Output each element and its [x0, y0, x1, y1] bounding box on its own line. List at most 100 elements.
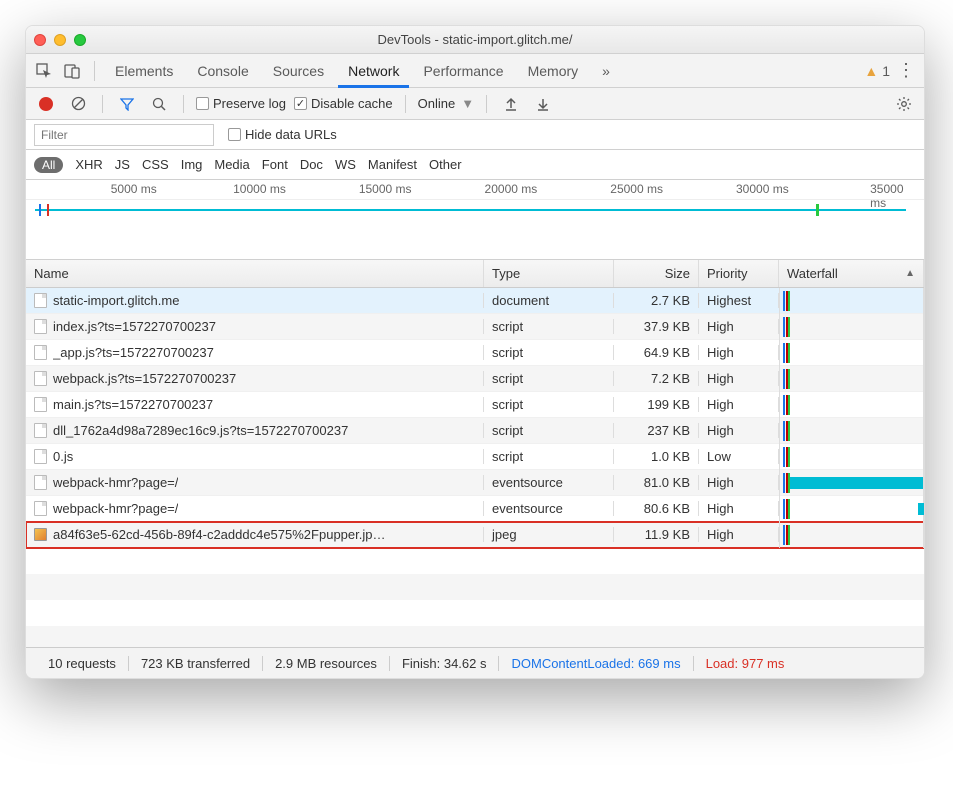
maximize-icon[interactable]: [74, 34, 86, 46]
type-ws[interactable]: WS: [335, 157, 356, 172]
request-type: eventsource: [484, 501, 614, 516]
type-doc[interactable]: Doc: [300, 157, 323, 172]
request-name: main.js?ts=1572270700237: [53, 397, 213, 412]
type-css[interactable]: CSS: [142, 157, 169, 172]
waterfall-cell: [779, 496, 924, 522]
request-type: eventsource: [484, 475, 614, 490]
preserve-log-checkbox[interactable]: Preserve log: [196, 96, 286, 111]
status-transferred: 723 KB transferred: [129, 656, 263, 671]
record-button[interactable]: [34, 92, 58, 116]
request-priority: Low: [699, 449, 779, 464]
table-row[interactable]: webpack-hmr?page=/eventsource80.6 KBHigh: [26, 496, 924, 522]
request-priority: Highest: [699, 293, 779, 308]
table-row[interactable]: 0.jsscript1.0 KBLow: [26, 444, 924, 470]
type-img[interactable]: Img: [181, 157, 203, 172]
table-row[interactable]: webpack-hmr?page=/eventsource81.0 KBHigh: [26, 470, 924, 496]
filter-input[interactable]: [34, 124, 214, 146]
request-name: 0.js: [53, 449, 73, 464]
timeline-overview[interactable]: 5000 ms 10000 ms 15000 ms 20000 ms 25000…: [26, 180, 924, 260]
device-toggle-icon[interactable]: [60, 59, 84, 83]
request-size: 2.7 KB: [614, 293, 699, 308]
status-bar: 10 requests 723 KB transferred 2.9 MB re…: [26, 648, 924, 678]
waterfall-cell: [779, 392, 924, 418]
close-icon[interactable]: [34, 34, 46, 46]
status-requests: 10 requests: [36, 656, 129, 671]
waterfall-cell: [779, 418, 924, 444]
file-icon: [34, 397, 47, 412]
file-icon: [34, 423, 47, 438]
tabs-overflow-icon[interactable]: »: [592, 54, 620, 88]
devtools-window: DevTools - static-import.glitch.me/ Elem…: [25, 25, 925, 679]
table-row[interactable]: dll_1762a4d98a7289ec16c9.js?ts=157227070…: [26, 418, 924, 444]
col-type[interactable]: Type: [484, 260, 614, 287]
chevron-down-icon: ▼: [461, 96, 474, 111]
upload-har-icon[interactable]: [499, 92, 523, 116]
status-resources: 2.9 MB resources: [263, 656, 390, 671]
request-type: script: [484, 345, 614, 360]
waterfall-cell: [779, 366, 924, 392]
tab-memory[interactable]: Memory: [518, 54, 589, 88]
table-row[interactable]: index.js?ts=1572270700237script37.9 KBHi…: [26, 314, 924, 340]
table-row[interactable]: main.js?ts=1572270700237script199 KBHigh: [26, 392, 924, 418]
hide-data-urls-checkbox[interactable]: Hide data URLs: [228, 127, 337, 142]
col-name[interactable]: Name: [26, 260, 484, 287]
file-icon: [34, 345, 47, 360]
clear-icon[interactable]: [66, 92, 90, 116]
tab-performance[interactable]: Performance: [413, 54, 513, 88]
throttling-select[interactable]: Online ▼: [418, 96, 474, 111]
request-size: 80.6 KB: [614, 501, 699, 516]
image-file-icon: [34, 528, 47, 541]
request-name: _app.js?ts=1572270700237: [53, 345, 214, 360]
panel-tabbar: Elements Console Sources Network Perform…: [26, 54, 924, 88]
tab-elements[interactable]: Elements: [105, 54, 183, 88]
col-waterfall[interactable]: Waterfall ▲: [779, 260, 924, 287]
waterfall-cell: [779, 522, 924, 548]
tab-network[interactable]: Network: [338, 54, 409, 88]
status-finish: Finish: 34.62 s: [390, 656, 500, 671]
filter-icon[interactable]: [115, 92, 139, 116]
table-row[interactable]: webpack.js?ts=1572270700237script7.2 KBH…: [26, 366, 924, 392]
download-har-icon[interactable]: [531, 92, 555, 116]
waterfall-cell: [779, 470, 924, 496]
request-size: 81.0 KB: [614, 475, 699, 490]
request-size: 237 KB: [614, 423, 699, 438]
disable-cache-checkbox[interactable]: Disable cache: [294, 96, 393, 111]
request-name: webpack-hmr?page=/: [53, 475, 178, 490]
status-load: Load: 977 ms: [694, 656, 797, 671]
request-size: 199 KB: [614, 397, 699, 412]
file-icon: [34, 319, 47, 334]
tab-console[interactable]: Console: [187, 54, 258, 88]
sort-arrow-icon: ▲: [905, 268, 915, 279]
type-xhr[interactable]: XHR: [75, 157, 102, 172]
type-other[interactable]: Other: [429, 157, 462, 172]
type-all[interactable]: All: [34, 157, 63, 173]
table-row[interactable]: _app.js?ts=1572270700237script64.9 KBHig…: [26, 340, 924, 366]
request-size: 7.2 KB: [614, 371, 699, 386]
warning-badge[interactable]: ▲ 1: [864, 63, 890, 79]
type-filter-bar: All XHR JS CSS Img Media Font Doc WS Man…: [26, 150, 924, 180]
settings-gear-icon[interactable]: [892, 92, 916, 116]
request-type: script: [484, 319, 614, 334]
request-priority: High: [699, 371, 779, 386]
table-row[interactable]: a84f63e5-62cd-456b-89f4-c2adddc4e575%2Fp…: [26, 522, 924, 548]
request-priority: High: [699, 501, 779, 516]
tab-sources[interactable]: Sources: [263, 54, 334, 88]
type-media[interactable]: Media: [214, 157, 249, 172]
waterfall-cell: [779, 444, 924, 470]
status-dcl: DOMContentLoaded: 669 ms: [499, 656, 693, 671]
type-manifest[interactable]: Manifest: [368, 157, 417, 172]
kebab-menu-icon[interactable]: ⋮: [894, 59, 918, 83]
type-font[interactable]: Font: [262, 157, 288, 172]
minimize-icon[interactable]: [54, 34, 66, 46]
type-js[interactable]: JS: [115, 157, 130, 172]
col-size[interactable]: Size: [614, 260, 699, 287]
col-priority[interactable]: Priority: [699, 260, 779, 287]
request-type: script: [484, 423, 614, 438]
search-icon[interactable]: [147, 92, 171, 116]
request-name: index.js?ts=1572270700237: [53, 319, 216, 334]
waterfall-cell: [779, 314, 924, 340]
table-row[interactable]: static-import.glitch.medocument2.7 KBHig…: [26, 288, 924, 314]
request-table: static-import.glitch.medocument2.7 KBHig…: [26, 288, 924, 548]
request-size: 64.9 KB: [614, 345, 699, 360]
inspect-icon[interactable]: [32, 59, 56, 83]
